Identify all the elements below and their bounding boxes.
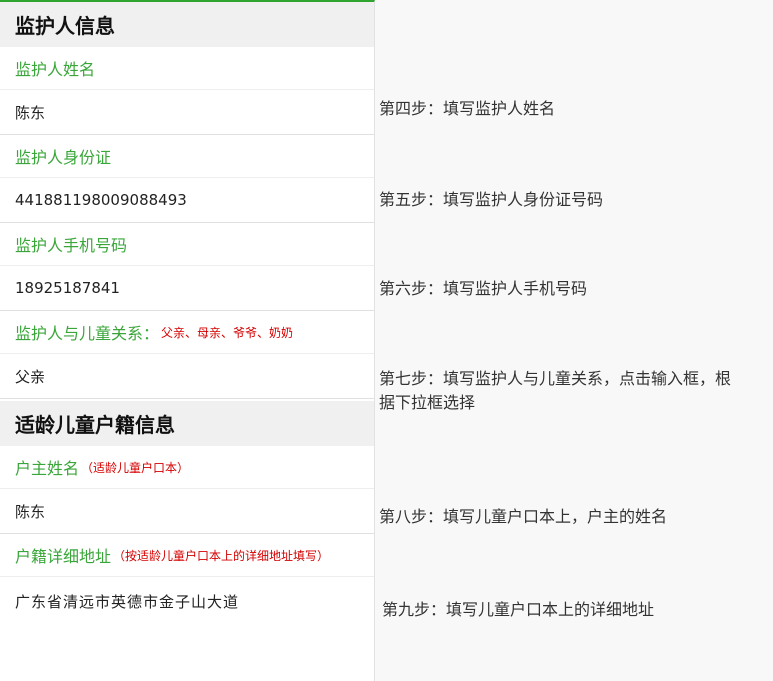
guardian-id-label: 监护人身份证 xyxy=(0,135,374,178)
householder-name-hint: （适龄儿童户口本） xyxy=(81,460,190,475)
guardian-relation-hint: 父亲、母亲、爷爷、奶奶 xyxy=(161,325,294,340)
household-address-label-text: 户籍详细地址 xyxy=(15,547,112,566)
guardian-phone-label: 监护人手机号码 xyxy=(0,223,374,266)
step-eight-note: 第八步：填写儿童户口本上，户主的姓名 xyxy=(379,507,668,526)
guardian-section-title: 监护人信息 xyxy=(0,2,374,47)
guardian-phone-label-text: 监护人手机号码 xyxy=(15,236,128,255)
guardian-name-label-text: 监护人姓名 xyxy=(15,60,96,79)
household-section-title: 适龄儿童户籍信息 xyxy=(0,401,374,446)
householder-name-label: 户主姓名 （适龄儿童户口本） xyxy=(0,446,374,489)
guardian-relation-label-text: 监护人与儿童关系： xyxy=(15,324,160,343)
guardian-name-label: 监护人姓名 xyxy=(0,47,374,90)
step-seven-note: 第七步：填写监护人与儿童关系，点击输入框，根据下拉框选择 xyxy=(379,369,732,412)
guardian-id-input[interactable]: 441881198009088493 xyxy=(0,178,374,223)
household-address-input[interactable]: 广东省清远市英德市金子山大道 xyxy=(0,577,374,621)
guardian-relation-label: 监护人与儿童关系： 父亲、母亲、爷爷、奶奶 xyxy=(0,311,374,354)
household-address-hint: （按适龄儿童户口本上的详细地址填写） xyxy=(113,548,330,563)
step-four-note: 第四步：填写监护人姓名 xyxy=(379,99,556,118)
step-six-note: 第六步：填写监护人手机号码 xyxy=(379,279,588,298)
step-five-note: 第五步：填写监护人身份证号码 xyxy=(379,190,604,209)
registration-form-panel: 监护人信息 监护人姓名 陈东 监护人身份证 441881198009088493… xyxy=(0,0,375,681)
guardian-phone-input[interactable]: 18925187841 xyxy=(0,266,374,311)
guardian-id-label-text: 监护人身份证 xyxy=(15,148,112,167)
guardian-name-input[interactable]: 陈东 xyxy=(0,90,374,135)
householder-name-label-text: 户主姓名 xyxy=(15,459,80,478)
step-nine-note: 第九步：填写儿童户口本上的详细地址 xyxy=(382,600,655,619)
householder-name-input[interactable]: 陈东 xyxy=(0,489,374,534)
guardian-relation-select[interactable]: 父亲 xyxy=(0,354,374,399)
household-address-label: 户籍详细地址 （按适龄儿童户口本上的详细地址填写） xyxy=(0,534,374,577)
